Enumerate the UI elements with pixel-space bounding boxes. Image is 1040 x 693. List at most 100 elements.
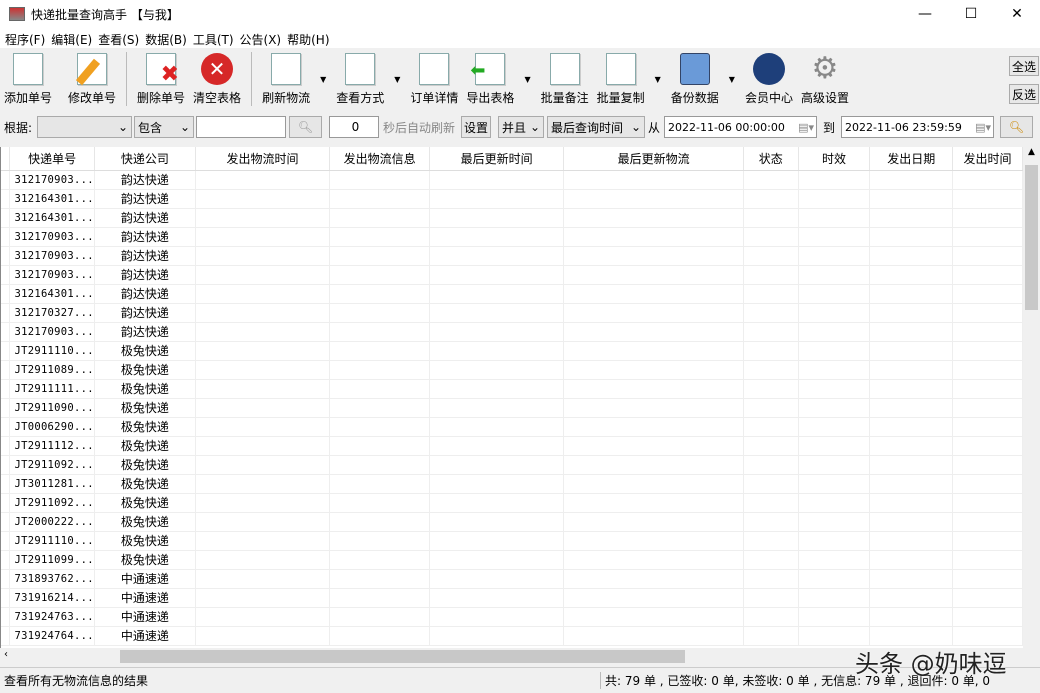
courier-company-cell[interactable]: 极兔快递 xyxy=(94,341,196,361)
table-row[interactable]: 312170903... 韵达快递 xyxy=(1,265,1023,285)
empty-cell[interactable] xyxy=(329,208,430,228)
empty-cell[interactable] xyxy=(798,512,871,532)
empty-cell[interactable] xyxy=(329,189,430,209)
advanced-settings-button[interactable]: ⚙ 高级设置 xyxy=(797,48,853,106)
table-row[interactable]: JT2911089... 极兔快递 xyxy=(1,360,1023,380)
courier-company-cell[interactable]: 极兔快递 xyxy=(94,360,196,380)
empty-cell[interactable] xyxy=(869,607,954,627)
table-row[interactable]: 312170327... 韵达快递 xyxy=(1,303,1023,323)
add-number-button[interactable]: 添加单号 xyxy=(0,48,56,106)
empty-cell[interactable] xyxy=(195,550,331,570)
order-detail-button[interactable]: 订单详情 xyxy=(406,48,462,106)
table-row[interactable]: JT0006290... 极兔快递 xyxy=(1,417,1023,437)
column-header[interactable]: 发出物流信息 xyxy=(329,147,430,171)
tracking-number-cell[interactable]: JT2911089... xyxy=(9,360,95,380)
empty-cell[interactable] xyxy=(952,265,1023,285)
empty-cell[interactable] xyxy=(429,626,565,646)
tracking-number-cell[interactable]: 312170903... xyxy=(9,265,95,285)
empty-cell[interactable] xyxy=(195,284,331,304)
date-search-button[interactable]: 🔍︎ xyxy=(1000,116,1033,138)
empty-cell[interactable] xyxy=(563,246,744,266)
empty-cell[interactable] xyxy=(195,474,331,494)
empty-cell[interactable] xyxy=(429,550,565,570)
empty-cell[interactable] xyxy=(743,246,799,266)
keyword-input[interactable] xyxy=(196,116,286,138)
menu-notice[interactable]: 公告(X) xyxy=(239,28,287,48)
empty-cell[interactable] xyxy=(952,227,1023,247)
empty-cell[interactable] xyxy=(743,569,799,589)
empty-cell[interactable] xyxy=(429,379,565,399)
empty-cell[interactable] xyxy=(329,322,430,342)
table-row[interactable]: JT3011281... 极兔快递 xyxy=(1,474,1023,494)
menu-program[interactable]: 程序(F) xyxy=(4,28,50,48)
empty-cell[interactable] xyxy=(743,493,799,513)
empty-cell[interactable] xyxy=(563,322,744,342)
empty-cell[interactable] xyxy=(563,607,744,627)
empty-cell[interactable] xyxy=(869,227,954,247)
table-row[interactable]: 731924763... 中通速递 xyxy=(1,607,1023,627)
empty-cell[interactable] xyxy=(743,474,799,494)
empty-cell[interactable] xyxy=(195,322,331,342)
column-header[interactable]: 时效 xyxy=(798,147,871,171)
courier-company-cell[interactable]: 韵达快递 xyxy=(94,189,196,209)
empty-cell[interactable] xyxy=(743,360,799,380)
empty-cell[interactable] xyxy=(952,322,1023,342)
empty-cell[interactable] xyxy=(869,436,954,456)
empty-cell[interactable] xyxy=(429,208,565,228)
empty-cell[interactable] xyxy=(798,607,871,627)
empty-cell[interactable] xyxy=(429,493,565,513)
tracking-number-cell[interactable]: 312164301... xyxy=(9,284,95,304)
empty-cell[interactable] xyxy=(952,341,1023,361)
maximize-button[interactable]: ☐ xyxy=(948,0,994,28)
courier-company-cell[interactable]: 极兔快递 xyxy=(94,398,196,418)
view-dropdown-icon[interactable]: ▼ xyxy=(394,75,400,84)
scroll-left-icon[interactable]: ‹ xyxy=(4,649,8,660)
backup-data-button[interactable]: 备份数据 xyxy=(667,48,723,106)
empty-cell[interactable] xyxy=(429,436,565,456)
empty-cell[interactable] xyxy=(429,474,565,494)
empty-cell[interactable] xyxy=(563,417,744,437)
empty-cell[interactable] xyxy=(869,569,954,589)
empty-cell[interactable] xyxy=(429,189,565,209)
empty-cell[interactable] xyxy=(952,379,1023,399)
refresh-logistics-button[interactable]: 刷新物流 xyxy=(258,48,314,106)
empty-cell[interactable] xyxy=(952,170,1023,190)
empty-cell[interactable] xyxy=(195,227,331,247)
empty-cell[interactable] xyxy=(195,246,331,266)
column-header[interactable]: 最后更新物流 xyxy=(563,147,744,171)
table-row[interactable]: JT2000222... 极兔快递 xyxy=(1,512,1023,532)
empty-cell[interactable] xyxy=(798,417,871,437)
tracking-number-cell[interactable]: 731924763... xyxy=(9,607,95,627)
table-row[interactable]: 312170903... 韵达快递 xyxy=(1,170,1023,190)
empty-cell[interactable] xyxy=(743,417,799,437)
column-header[interactable]: 最后更新时间 xyxy=(429,147,565,171)
empty-cell[interactable] xyxy=(563,227,744,247)
export-dropdown-icon[interactable]: ▼ xyxy=(524,75,530,84)
tracking-number-cell[interactable]: 312164301... xyxy=(9,189,95,209)
empty-cell[interactable] xyxy=(743,379,799,399)
courier-company-cell[interactable]: 韵达快递 xyxy=(94,246,196,266)
empty-cell[interactable] xyxy=(798,227,871,247)
empty-cell[interactable] xyxy=(563,189,744,209)
courier-company-cell[interactable]: 中通速递 xyxy=(94,626,196,646)
close-button[interactable]: ✕ xyxy=(994,0,1040,28)
backup-dropdown-icon[interactable]: ▼ xyxy=(729,75,735,84)
empty-cell[interactable] xyxy=(429,303,565,323)
empty-cell[interactable] xyxy=(869,417,954,437)
empty-cell[interactable] xyxy=(563,512,744,532)
courier-company-cell[interactable]: 极兔快递 xyxy=(94,474,196,494)
table-row[interactable]: 731893762... 中通速递 xyxy=(1,569,1023,589)
empty-cell[interactable] xyxy=(798,322,871,342)
empty-cell[interactable] xyxy=(195,379,331,399)
delete-number-button[interactable]: ✖ 删除单号 xyxy=(133,48,189,106)
empty-cell[interactable] xyxy=(329,265,430,285)
empty-cell[interactable] xyxy=(563,208,744,228)
edit-number-button[interactable]: 修改单号 xyxy=(64,48,120,106)
empty-cell[interactable] xyxy=(329,512,430,532)
table-row[interactable]: 312164301... 韵达快递 xyxy=(1,189,1023,209)
tracking-number-cell[interactable]: 731916214... xyxy=(9,588,95,608)
empty-cell[interactable] xyxy=(195,208,331,228)
empty-cell[interactable] xyxy=(563,360,744,380)
courier-company-cell[interactable]: 极兔快递 xyxy=(94,379,196,399)
empty-cell[interactable] xyxy=(743,284,799,304)
